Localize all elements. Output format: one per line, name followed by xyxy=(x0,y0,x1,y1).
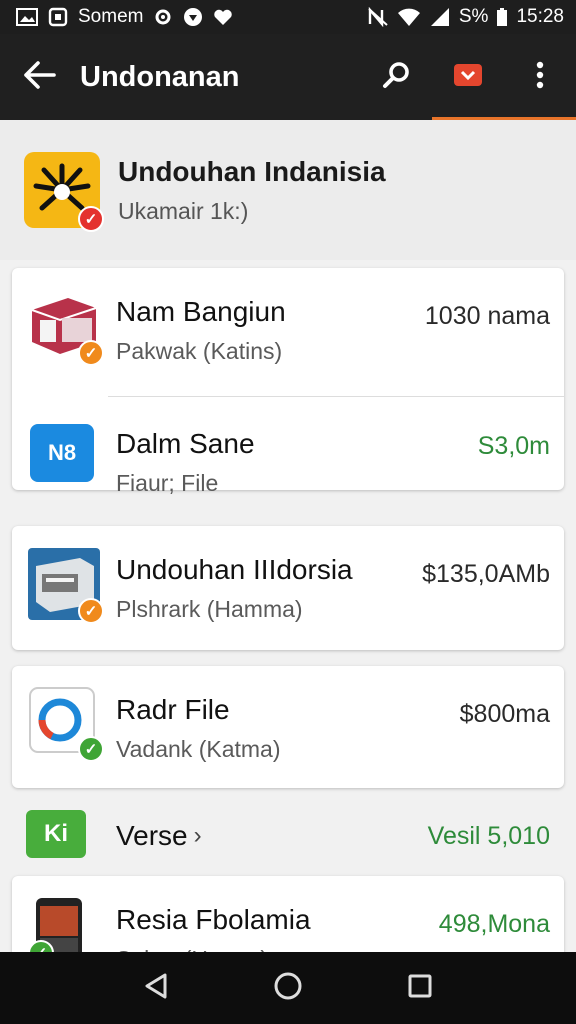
overflow-menu-icon xyxy=(536,61,544,94)
app-tile-icon: Ki xyxy=(26,810,86,858)
app-tile-icon: N8 xyxy=(30,424,94,482)
file-ring-icon: ✓ xyxy=(28,686,104,762)
heart-icon xyxy=(213,8,233,26)
search-icon xyxy=(381,60,411,95)
search-button[interactable] xyxy=(360,34,432,120)
list-item[interactable]: ✓ Nam Bangiun Pakwak (Katins) 1030 nama xyxy=(12,268,564,396)
app-bar-title: Undonanan xyxy=(80,60,240,93)
package-box-icon: ✓ xyxy=(28,290,104,366)
download-card: ✓ Radr File Vadank (Katma) $800ma xyxy=(12,666,564,788)
back-button[interactable] xyxy=(0,34,80,120)
printer-box-icon: ✓ xyxy=(28,548,104,624)
item-subtitle: Fiaur; File xyxy=(116,470,219,496)
item-name: Verse xyxy=(116,820,188,851)
item-name: Undouhan IIIdorsia xyxy=(116,554,353,585)
featured-header[interactable]: ✓ Undouhan Indanisia Ukamair 1k:) xyxy=(0,120,576,260)
item-value: $800ma xyxy=(459,700,550,728)
nav-home-icon xyxy=(273,971,303,1006)
app-notification-icon xyxy=(48,7,68,27)
header-title: Undouhan Indanisia xyxy=(118,155,386,187)
item-name: Radr File xyxy=(116,694,230,725)
check-badge-icon: ✓ xyxy=(78,206,104,232)
list-item[interactable]: ✓ Undouhan IIIdorsia Plshrark (Hamma) $1… xyxy=(12,526,564,654)
nav-back-icon xyxy=(143,972,169,1005)
download-card: ✓ Nam Bangiun Pakwak (Katins) 1030 nama … xyxy=(12,268,564,496)
list-item[interactable]: N8 Dalm Sane Fiaur; File S3,0m xyxy=(12,396,564,496)
item-subtitle: Plshrark (Hamma) xyxy=(116,596,303,622)
item-name: Dalm Sane xyxy=(116,428,255,459)
nav-recents-button[interactable] xyxy=(390,958,450,1018)
list-item[interactable]: Ki Verse › Vesil 5,010 xyxy=(0,800,576,870)
overflow-menu-button[interactable] xyxy=(504,34,576,120)
signal-icon xyxy=(429,7,451,27)
battery-icon xyxy=(496,7,508,27)
shield-icon xyxy=(183,7,203,27)
item-value: 1030 nama xyxy=(424,302,550,330)
app-bar: Undonanan xyxy=(0,34,576,120)
item-value: 498,Mona xyxy=(438,910,550,938)
clock: 15:28 xyxy=(516,6,564,27)
back-arrow-icon xyxy=(24,60,56,94)
check-badge-icon: ✓ xyxy=(78,598,104,624)
status-bar: Somem S% 15:28 xyxy=(0,0,576,34)
item-name: Resia Fbolamia xyxy=(116,904,311,935)
nav-recents-icon xyxy=(407,973,433,1004)
item-value: S3,0m xyxy=(477,432,550,460)
settings-icon xyxy=(153,7,173,27)
chevron-right-icon: › xyxy=(193,822,202,849)
nav-back-button[interactable] xyxy=(126,958,186,1018)
item-subtitle: Vadank (Katma) xyxy=(116,736,281,762)
nav-home-button[interactable] xyxy=(258,958,318,1018)
check-badge-icon: ✓ xyxy=(78,340,104,366)
system-nav-bar xyxy=(0,952,576,1024)
download-badge-button[interactable] xyxy=(432,34,504,120)
image-icon xyxy=(16,8,38,26)
item-subtitle: Pakwak (Katins) xyxy=(116,338,283,364)
battery-percent: S% xyxy=(458,6,489,27)
item-value: Vesil 5,010 xyxy=(427,822,550,850)
item-value: $135,0AMb xyxy=(422,560,550,588)
list-item[interactable]: ✓ Radr File Vadank (Katma) $800ma xyxy=(12,666,564,794)
sunburst-logo-icon: ✓ xyxy=(24,152,104,232)
download-card: ✓ Undouhan IIIdorsia Plshrark (Hamma) $1… xyxy=(12,526,564,650)
item-name: Nam Bangiun xyxy=(116,296,286,327)
download-badge-icon xyxy=(452,61,484,94)
carrier-label: Somem xyxy=(78,6,144,27)
check-badge-icon: ✓ xyxy=(78,736,104,762)
wifi-icon xyxy=(397,7,421,27)
no-nfc-icon xyxy=(367,7,389,27)
header-subtitle: Ukamair 1k:) xyxy=(118,197,249,224)
